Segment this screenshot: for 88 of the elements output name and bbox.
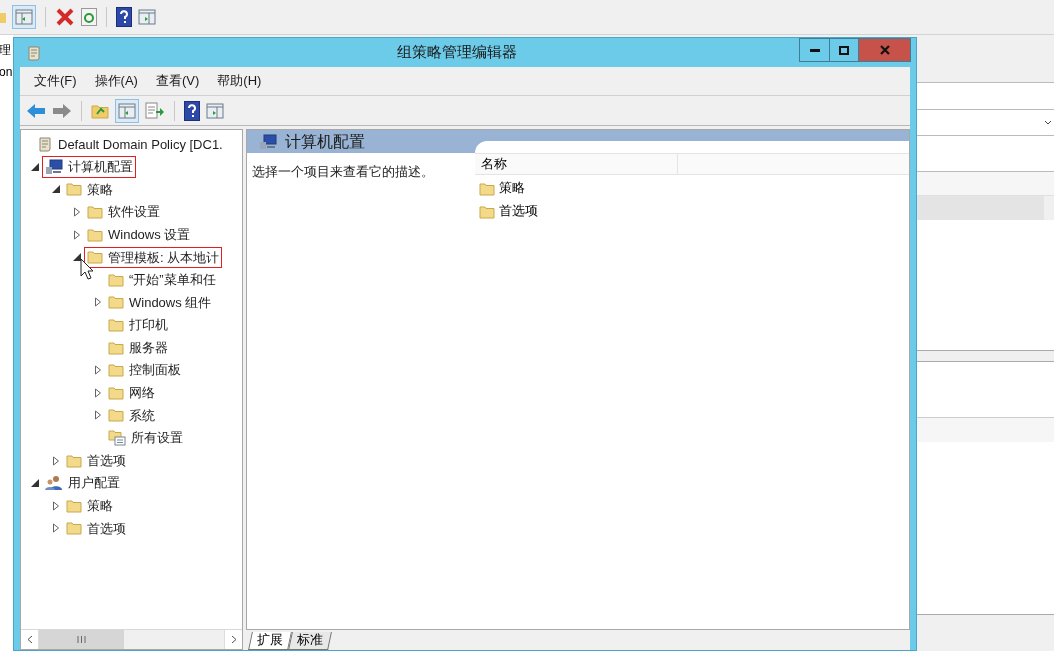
list-item[interactable]: 首选项 [475, 200, 909, 223]
computer-icon [259, 133, 277, 150]
show-tree-button[interactable] [12, 5, 36, 29]
tree-item[interactable]: 软件设置 [85, 202, 162, 222]
folder-icon [108, 408, 124, 423]
folder-icon [87, 205, 103, 220]
view-tab[interactable]: 扩展 [248, 632, 292, 650]
tree-item[interactable]: 系统 [106, 405, 157, 426]
expand-arrow-icon[interactable] [51, 455, 61, 466]
delete-icon[interactable] [55, 7, 75, 27]
view-pane-icon[interactable] [206, 102, 224, 119]
collapse-arrow-icon[interactable] [30, 161, 40, 172]
folder-icon [66, 498, 82, 513]
minimize-button[interactable] [799, 38, 830, 62]
users-icon [45, 475, 63, 492]
expand-arrow-icon[interactable] [93, 365, 103, 376]
expand-arrow-icon[interactable] [72, 229, 82, 240]
menu-item[interactable]: 查看(V) [155, 71, 200, 91]
tree-item[interactable]: 所有设置 [106, 428, 185, 448]
chevron-left-icon [26, 635, 33, 644]
computer-icon [45, 158, 63, 175]
refresh-icon[interactable] [81, 8, 97, 26]
folder-icon [66, 521, 82, 536]
maximize-icon [839, 45, 849, 55]
list-item[interactable]: 策略 [475, 177, 909, 200]
expand-arrow-icon[interactable] [93, 410, 103, 421]
tree-item[interactable]: 策略 [64, 179, 115, 200]
back-arrow-icon[interactable] [26, 102, 46, 119]
expand-arrow-icon[interactable] [93, 297, 103, 308]
tree-item[interactable]: 网络 [106, 383, 157, 403]
menu-item[interactable]: 帮助(H) [217, 71, 262, 91]
help-icon[interactable] [116, 7, 132, 27]
tree-item[interactable]: 策略 [64, 496, 115, 516]
tree-item[interactable]: Default Domain Policy [DC1. [35, 134, 225, 155]
menu-item[interactable]: 操作(A) [94, 71, 138, 91]
folder-icon [479, 204, 495, 219]
close-button[interactable] [859, 38, 911, 62]
export-list-icon[interactable] [145, 101, 165, 120]
folder-icon [108, 318, 124, 333]
tree-item[interactable]: “开始”菜单和任 [106, 270, 218, 290]
scroll-icon [37, 136, 53, 153]
window-title: 组策略管理编辑器 [395, 42, 518, 63]
folder-icon [66, 182, 82, 197]
folder-icon [108, 272, 124, 287]
expand-arrow-icon[interactable] [93, 387, 103, 398]
tree-item[interactable]: 服务器 [106, 337, 170, 358]
chevron-right-icon [230, 635, 237, 644]
help-icon[interactable] [184, 100, 200, 121]
grip-icon [77, 636, 86, 643]
show-tree-button[interactable] [115, 98, 139, 123]
detail-title: 计算机配置 [285, 131, 365, 152]
minimize-icon [809, 48, 820, 52]
mouse-cursor-icon [80, 258, 94, 280]
view-tab[interactable]: 标准 [288, 632, 332, 650]
tree-item[interactable]: 首选项 [64, 450, 128, 471]
close-icon [879, 45, 890, 55]
expand-arrow-icon[interactable] [51, 500, 61, 511]
tree-item[interactable]: 用户配置 [43, 473, 122, 493]
forward-arrow-icon[interactable] [52, 102, 72, 119]
folder-icon [108, 295, 124, 310]
folder-icon [108, 385, 124, 400]
folder-icon [87, 250, 103, 265]
tree-item[interactable]: 首选项 [64, 518, 128, 539]
collapse-arrow-icon[interactable] [51, 184, 61, 195]
tree-item[interactable]: 控制面板 [106, 360, 183, 380]
folder-icon [87, 227, 103, 242]
settings-list-icon [108, 430, 126, 446]
tree-item[interactable]: Windows 设置 [85, 224, 193, 245]
scroll-thumb[interactable] [39, 630, 124, 649]
tree-item[interactable]: 计算机配置 [43, 157, 135, 177]
folder-icon [479, 181, 495, 196]
tree-item[interactable]: 打印机 [106, 315, 170, 335]
folder-icon [66, 453, 82, 468]
menu-item[interactable]: 文件(F) [34, 71, 77, 91]
background-text: on [0, 64, 13, 81]
description-text: 选择一个项目来查看它的描述。 [252, 165, 434, 179]
expand-arrow-icon[interactable] [51, 523, 61, 534]
scroll-icon [26, 44, 42, 61]
folder-icon [108, 363, 124, 378]
folder-up-icon[interactable] [91, 102, 109, 119]
dropdown-chevron-icon[interactable] [1044, 119, 1052, 126]
tree-item[interactable]: 管理模板: 从本地计 [85, 247, 222, 267]
horizontal-scrollbar[interactable] [21, 629, 242, 649]
tree-item[interactable]: Windows 组件 [106, 292, 214, 313]
view-pane-icon[interactable] [138, 9, 156, 25]
expand-arrow-icon[interactable] [72, 207, 82, 218]
collapse-arrow-icon[interactable] [30, 478, 40, 489]
folder-icon [108, 340, 124, 355]
